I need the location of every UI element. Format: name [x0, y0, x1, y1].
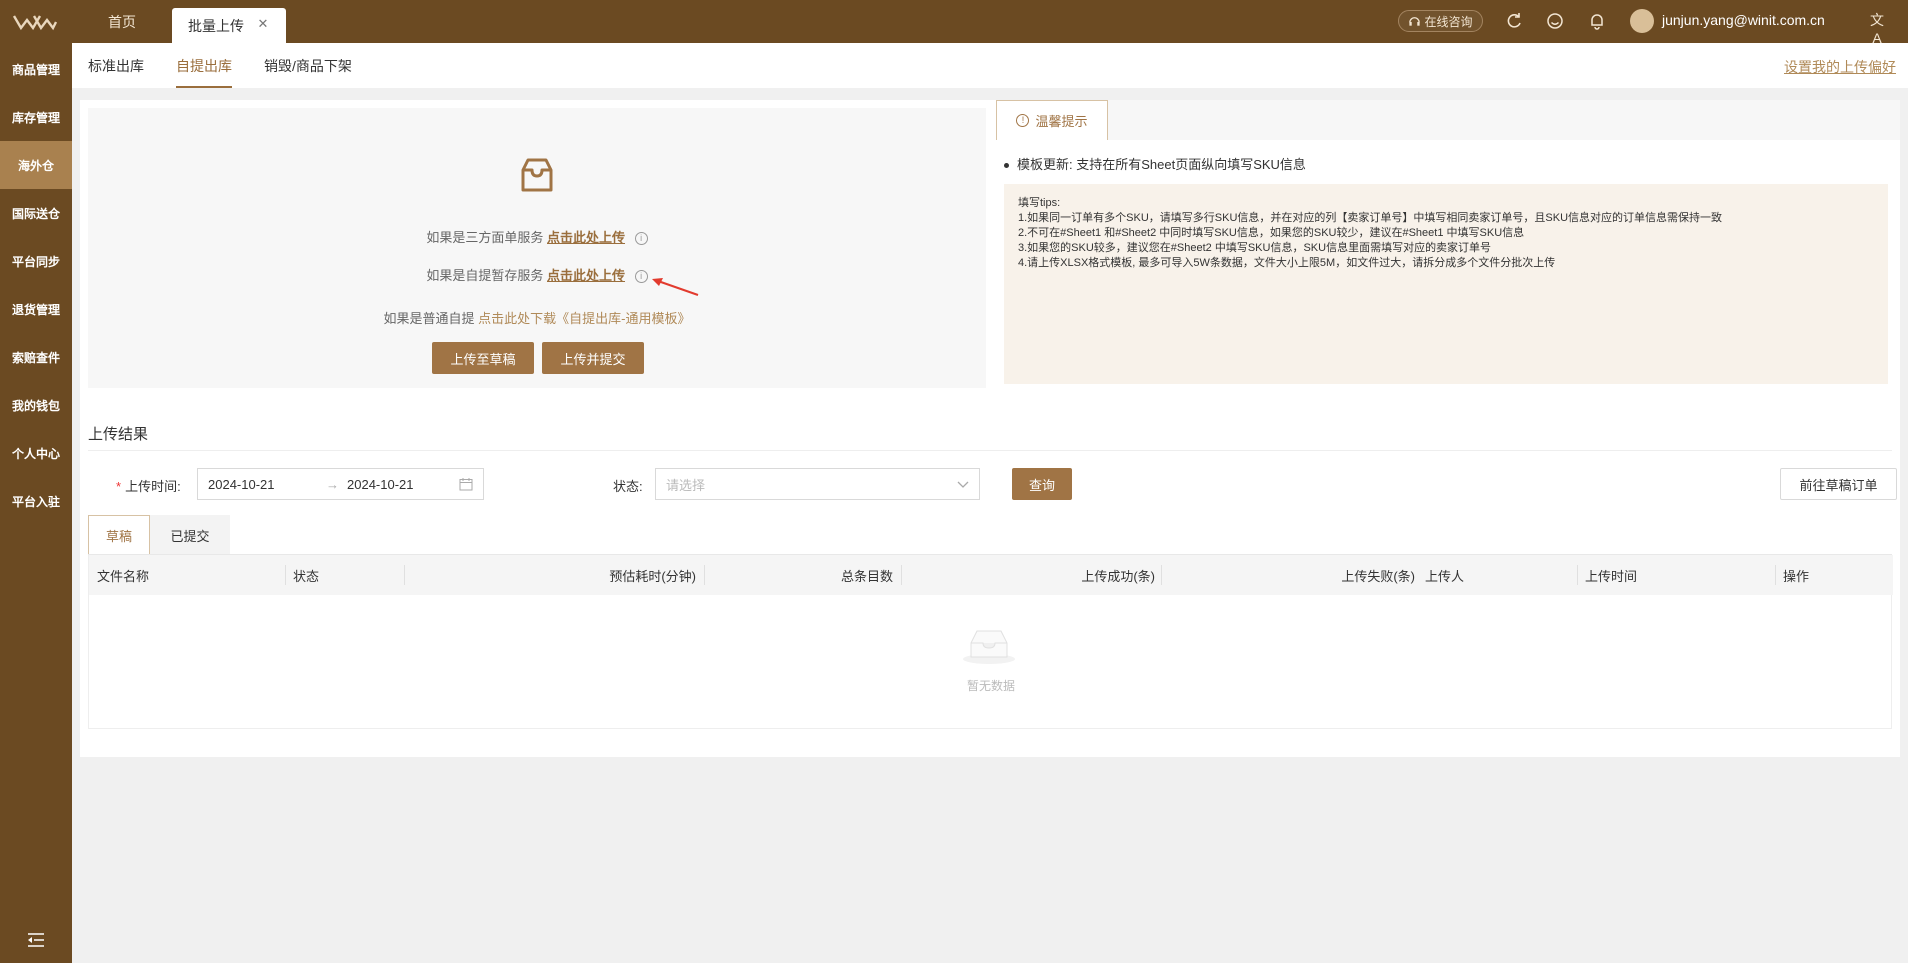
tab-standard-outbound[interactable]: 标准出库 [88, 43, 144, 88]
col-file-name: 文件名称 [97, 568, 150, 584]
col-success-count: 上传成功(条) [1081, 568, 1155, 584]
self-pickup-upload-line: 如果是自提暂存服务 点击此处上传 i [88, 265, 986, 284]
sidebar-item-international[interactable]: 国际送仓 [0, 189, 72, 237]
divider [88, 450, 1892, 451]
tips-headline: 模板更新: 支持在所有Sheet页面纵向填写SKU信息 [1004, 154, 1306, 173]
top-bar: 首页 批量上传 ✕ 在线咨询 junjun.yang@winit.com.cn … [0, 0, 1908, 46]
avatar[interactable] [1630, 9, 1654, 33]
upload-card: 如果是三方面单服务 点击此处上传 i 如果是自提暂存服务 点击此处上传 i 如果… [80, 100, 1900, 442]
tab-batch-upload-label: 批量上传 [188, 17, 244, 34]
tips-line: 2.不可在#Sheet1 和#Sheet2 中同时填写SKU信息，如果您的SKU… [1018, 227, 1525, 239]
general-template-line: 如果是普通自提 点击此处下载《自提出库-通用模板》 [88, 308, 986, 327]
upload-result-card: 上传结果 * 上传时间: 2024-10-21 → 2024-10-21 状态: … [80, 403, 1900, 757]
tab-home[interactable]: 首页 [72, 0, 172, 43]
col-total-count: 总条目数 [840, 568, 893, 584]
info-icon: ! [1016, 114, 1030, 127]
arrow-right-icon: → [326, 476, 339, 492]
refresh-icon[interactable] [1504, 11, 1524, 31]
tips-line: 3.如果您的SKU较多，建议您在#Sheet2 中填写SKU信息，SKU信息里面… [1018, 242, 1492, 254]
sidebar-item-overseas-warehouse[interactable]: 海外仓 [0, 141, 72, 189]
download-template-link[interactable]: 点击此处下载《自提出库-通用模板》 [478, 311, 690, 326]
upload-preference-link[interactable]: 设置我的上传偏好 [1784, 57, 1896, 77]
col-uploader: 上传人 [1425, 568, 1465, 584]
tab-destroy-delist[interactable]: 销毁/商品下架 [264, 43, 352, 88]
date-start[interactable]: 2024-10-21 [208, 477, 275, 492]
upload-zone[interactable]: 如果是三方面单服务 点击此处上传 i 如果是自提暂存服务 点击此处上传 i 如果… [88, 108, 986, 388]
sidebar-item-returns[interactable]: 退货管理 [0, 285, 72, 333]
sidebar-item-platform-sync[interactable]: 平台同步 [0, 237, 72, 285]
status-label: 状态: [613, 479, 643, 494]
tab-draft[interactable]: 草稿 [88, 515, 150, 555]
sidebar-item-wallet[interactable]: 我的钱包 [0, 381, 72, 429]
col-status: 状态 [293, 568, 320, 584]
tab-self-pickup-outbound[interactable]: 自提出库 [176, 43, 232, 88]
sub-nav: 标准出库 自提出库 销毁/商品下架 设置我的上传偏好 [72, 43, 1908, 88]
user-email[interactable]: junjun.yang@winit.com.cn [1662, 12, 1825, 28]
upload-result-table: 文件名称 状态 预估耗时(分钟) 总条目数 上传成功(条) 上传失败(条) 上传… [88, 555, 1893, 729]
empty-inbox-icon [963, 630, 1015, 664]
sidebar-item-inventory[interactable]: 库存管理 [0, 93, 72, 141]
upload-draft-button[interactable]: 上传至草稿 [432, 342, 534, 374]
sidebar-item-onboarding[interactable]: 平台入驻 [0, 477, 72, 525]
smile-icon[interactable] [1545, 11, 1565, 31]
tips-tab[interactable]: ! 温馨提示 [996, 100, 1108, 140]
third-party-upload-line: 如果是三方面单服务 点击此处上传 i [88, 227, 986, 246]
third-party-text: 如果是三方面单服务 [426, 230, 544, 245]
sidebar: 商品管理 库存管理 海外仓 国际送仓 平台同步 退货管理 索赔查件 我的钱包 个… [0, 43, 72, 963]
info-icon[interactable]: i [634, 270, 648, 284]
self-pickup-text: 如果是自提暂存服务 [426, 268, 544, 283]
third-party-upload-link[interactable]: 点击此处上传 [547, 230, 625, 245]
online-consult-button[interactable]: 在线咨询 [1398, 10, 1483, 32]
query-button[interactable]: 查询 [1012, 468, 1072, 500]
tips-panel: ! 温馨提示 模板更新: 支持在所有Sheet页面纵向填写SKU信息 填写tip… [996, 100, 1900, 390]
translate-icon[interactable]: 文A [1866, 10, 1888, 46]
col-fail-count: 上传失败(条) [1341, 568, 1415, 584]
general-text: 如果是普通自提 [383, 311, 475, 326]
tips-line: 1.如果同一订单有多个SKU，请填写多行SKU信息，并在对应的列【卖家订单号】中… [1018, 212, 1723, 224]
tips-title: 填写tips: [1018, 197, 1061, 209]
date-end[interactable]: 2024-10-21 [347, 477, 414, 492]
inbox-icon [521, 158, 553, 192]
collapse-menu-icon[interactable] [26, 931, 46, 949]
result-title: 上传结果 [88, 426, 149, 443]
calendar-icon [459, 478, 473, 491]
goto-draft-orders-button[interactable]: 前往草稿订单 [1780, 468, 1897, 500]
upload-time-label: * 上传时间: [116, 479, 181, 494]
main-content: 标准出库 自提出库 销毁/商品下架 设置我的上传偏好 如果是三方面单服务 点击此… [72, 43, 1908, 963]
tips-body: 模板更新: 支持在所有Sheet页面纵向填写SKU信息 填写tips: 1.如果… [996, 140, 1900, 390]
sidebar-item-product[interactable]: 商品管理 [0, 45, 72, 93]
sidebar-item-personal[interactable]: 个人中心 [0, 429, 72, 477]
chevron-down-icon [957, 481, 969, 488]
info-icon[interactable]: i [634, 232, 648, 246]
headset-icon [1409, 16, 1421, 26]
sidebar-item-claims[interactable]: 索赔查件 [0, 333, 72, 381]
bell-icon[interactable] [1587, 11, 1607, 31]
col-actions: 操作 [1783, 568, 1810, 584]
close-icon[interactable]: ✕ [256, 17, 270, 31]
col-upload-time: 上传时间 [1585, 568, 1638, 584]
tab-submitted[interactable]: 已提交 [150, 515, 230, 555]
status-placeholder: 请选择 [666, 477, 706, 493]
tips-tab-label: 温馨提示 [1035, 114, 1088, 129]
tab-batch-upload[interactable]: 批量上传 ✕ [172, 8, 286, 43]
upload-submit-button[interactable]: 上传并提交 [542, 342, 644, 374]
tips-box: 填写tips: 1.如果同一订单有多个SKU，请填写多行SKU信息，并在对应的列… [1004, 184, 1888, 384]
empty-text: 暂无数据 [966, 679, 1015, 693]
tips-line: 4.请上传XLSX格式模板, 最多可导入5W条数据，文件大小上限5M，如文件过大… [1018, 257, 1556, 269]
col-estimated-time: 预估耗时(分钟) [609, 568, 696, 584]
status-select[interactable]: 请选择 [655, 468, 980, 500]
table-header: 文件名称 状态 预估耗时(分钟) 总条目数 上传成功(条) 上传失败(条) 上传… [89, 555, 1893, 595]
date-range-picker[interactable]: 2024-10-21 → 2024-10-21 [197, 468, 484, 500]
logo-icon[interactable] [12, 10, 58, 34]
online-consult-label: 在线咨询 [1424, 14, 1473, 29]
pointer-arrow-icon [652, 278, 699, 296]
self-pickup-upload-link[interactable]: 点击此处上传 [547, 268, 625, 283]
